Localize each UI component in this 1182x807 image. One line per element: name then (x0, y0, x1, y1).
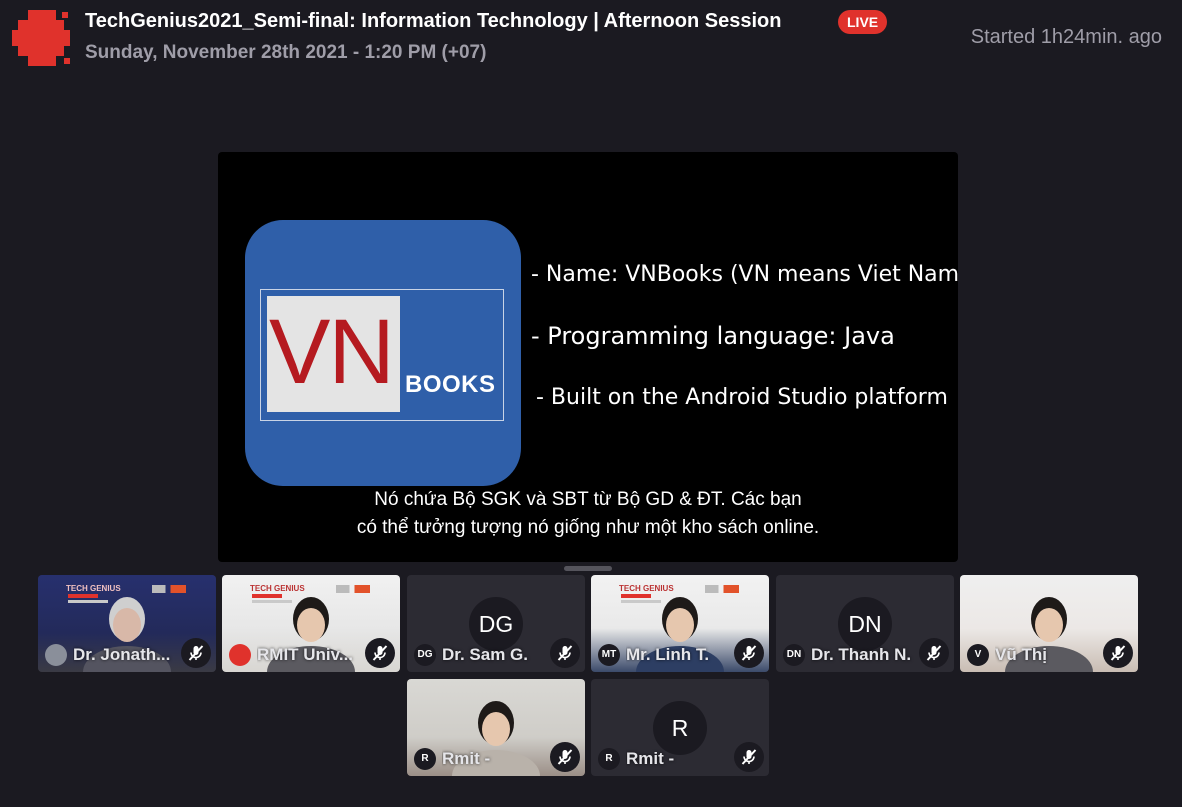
vnbooks-logo: VN BOOKS (245, 220, 521, 486)
event-banner-brand: TECH GENIUS (66, 584, 121, 593)
participant-tile[interactable]: TECH GENIUS RMIT Univ... (222, 575, 400, 672)
session-date: Sunday, November 28th 2021 - 1:20 PM (+0… (85, 42, 487, 63)
banner-red (68, 594, 98, 598)
participant-tile[interactable]: TECH GENIUS MT Mr. Linh T. (591, 575, 769, 672)
participant-tile[interactable]: DG DG Dr. Sam G. (407, 575, 585, 672)
participant-name: Rmit - (626, 749, 675, 768)
banner-logos (152, 585, 186, 593)
session-title: TechGenius2021_Semi-final: Information T… (85, 10, 782, 32)
banner-logos (705, 585, 739, 593)
participant-name: Mr. Linh T. (626, 645, 710, 664)
event-logo-icon (12, 10, 70, 66)
participant-name: Rmit - (442, 749, 491, 768)
subtitle-line-1: Nó chứa Bộ SGK và SBT từ Bộ GD & ĐT. Các… (374, 489, 802, 510)
live-badge: LIVE (838, 10, 888, 34)
slide-bullet-language: - Programming language: Java (531, 322, 895, 350)
participant-initials-badge: V (967, 644, 989, 666)
participant-name: Dr. Sam G. (442, 645, 528, 664)
participant-initials-badge: R (414, 748, 436, 770)
shared-screen[interactable]: VN BOOKS - Name: VNBooks (VN means Viet … (218, 152, 958, 562)
participant-initials-badge: DN (783, 644, 805, 666)
participant-tile[interactable]: R Rmit - (407, 679, 585, 776)
banner-sub (68, 600, 108, 603)
participant-avatar: DG (469, 597, 523, 651)
slide-bullet-platform: - Built on the Android Studio platform (536, 385, 948, 410)
mic-muted-icon[interactable] (550, 742, 580, 772)
participant-photo-avatar (45, 644, 67, 666)
participant-initials-badge: MT (598, 644, 620, 666)
banner-red (252, 594, 282, 598)
mic-muted-icon[interactable] (365, 638, 395, 668)
mic-muted-icon[interactable] (734, 638, 764, 668)
participant-tile[interactable]: DN DN Dr. Thanh N. (776, 575, 954, 672)
mic-muted-icon[interactable] (734, 742, 764, 772)
mic-muted-icon[interactable] (550, 638, 580, 668)
slide-bullet-name: - Name: VNBooks (VN means Viet Nam) (531, 262, 958, 287)
participant-name: Dr. Thanh N. (811, 645, 912, 664)
participant-tile[interactable]: R R Rmit - (591, 679, 769, 776)
elapsed-time: Started 1h24min. ago (970, 26, 1162, 48)
banner-logos (336, 585, 370, 593)
logo-vn-text: VN (269, 301, 395, 403)
subtitle-line-2: có thể tưởng tượng nó giống như một kho … (356, 517, 820, 538)
participant-initials-badge: DG (414, 644, 436, 666)
participant-name: RMIT Univ... (257, 645, 354, 664)
participant-avatar: R (653, 701, 707, 755)
mic-muted-icon[interactable] (1103, 638, 1133, 668)
logo-books-text: BOOKS (405, 371, 496, 398)
banner-red (621, 594, 651, 598)
rmit-avatar-icon (229, 644, 251, 666)
mic-muted-icon[interactable] (181, 638, 211, 668)
participant-initials-badge: R (598, 748, 620, 770)
participant-tile[interactable]: V Vũ Thị (960, 575, 1138, 672)
event-banner-brand: TECH GENIUS (619, 584, 674, 593)
session-header: TechGenius2021_Semi-final: Information T… (0, 0, 1182, 80)
participant-name: Vũ Thị (995, 645, 1047, 664)
resize-handle[interactable] (564, 566, 612, 571)
participant-tile[interactable]: TECH GENIUS Dr. Jonath... (38, 575, 216, 672)
mic-muted-icon[interactable] (919, 638, 949, 668)
banner-sub (252, 600, 292, 603)
event-banner-brand: TECH GENIUS (250, 584, 305, 593)
participant-avatar: DN (838, 597, 892, 651)
banner-sub (621, 600, 661, 603)
participant-name: Dr. Jonath... (73, 645, 171, 664)
